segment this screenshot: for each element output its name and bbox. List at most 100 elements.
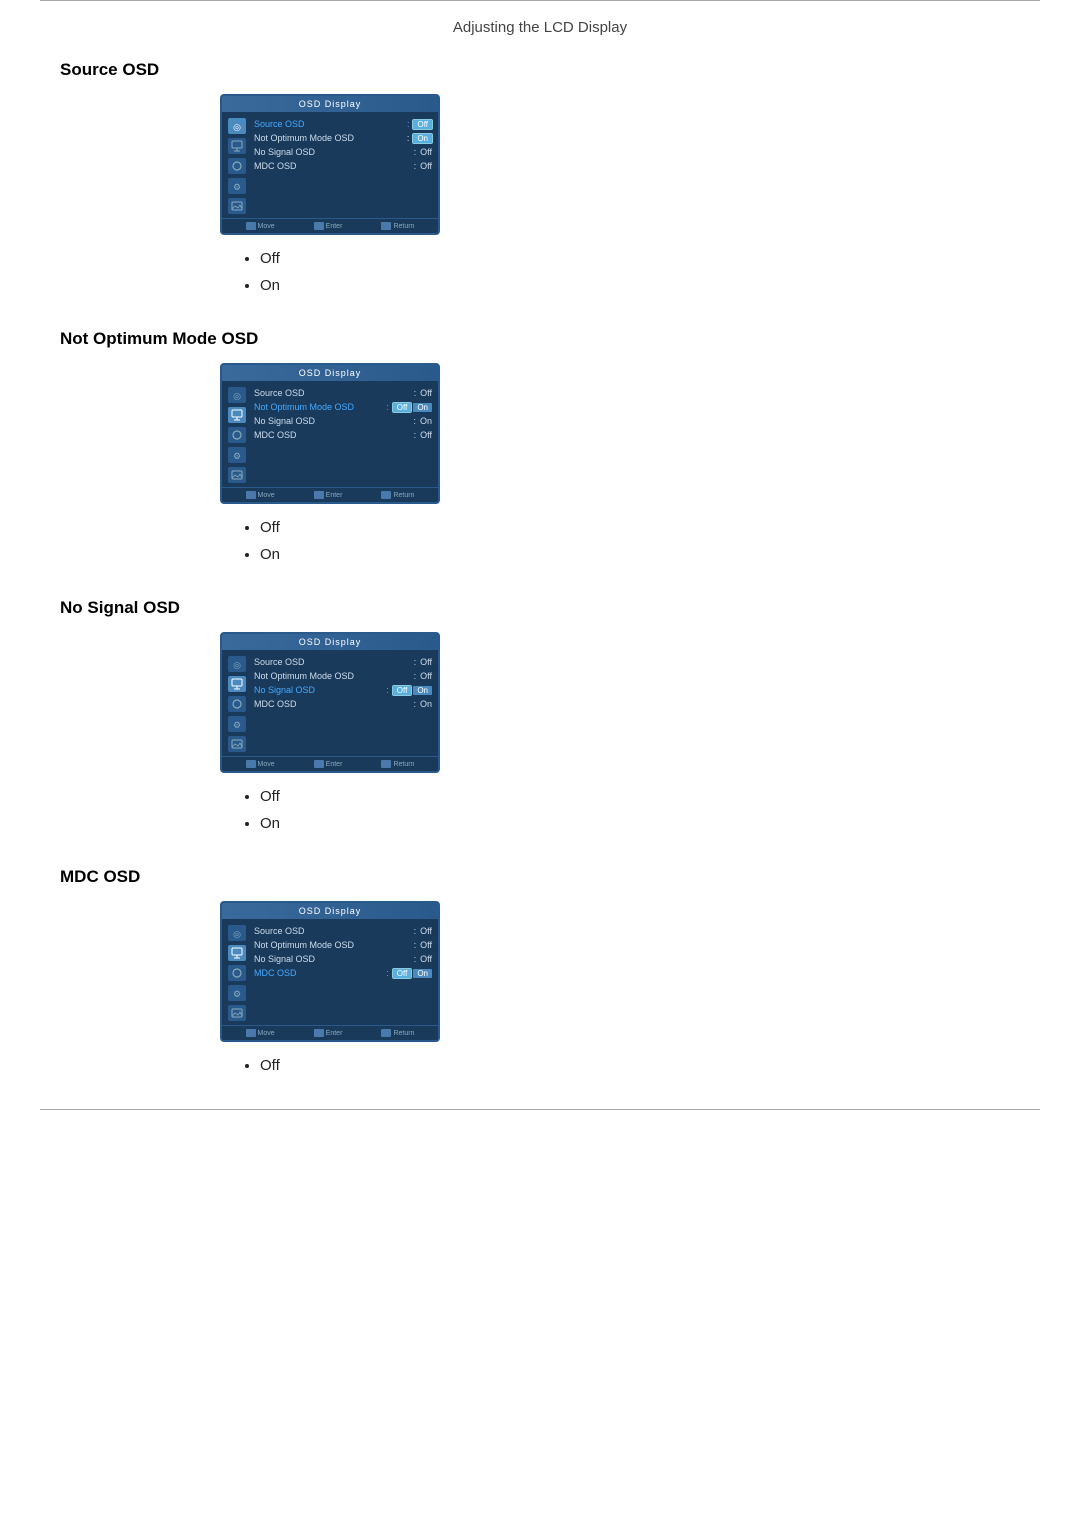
osd-icon-0: ◎	[228, 925, 246, 941]
osd-icon-4	[228, 1005, 246, 1021]
osd-colon: :	[407, 133, 410, 143]
osd-value-text-3: Off	[420, 161, 432, 171]
osd-row-label-1: Not Optimum Mode OSD	[254, 402, 354, 412]
osd-menu: Source OSD: OffNot Optimum Mode OSD: OnN…	[252, 118, 434, 214]
osd-colon: :	[407, 119, 410, 129]
osd-colon: :	[413, 699, 416, 709]
osd-colon: :	[414, 954, 417, 964]
osd-menu-row-0: Source OSD: Off	[252, 387, 434, 399]
osd-icon-4	[228, 467, 246, 483]
footer-move-label: Move	[258, 761, 275, 768]
osd-menu-row-1: Not Optimum Mode OSD: Off	[252, 670, 434, 682]
osd-row-label-1: Not Optimum Mode OSD	[254, 940, 354, 950]
osd-panel-wrap-not-optimum-mode-osd: OSD Display◎⚙Source OSD: OffNot Optimum …	[220, 363, 1020, 504]
osd-menu-row-0: Source OSD: Off	[252, 925, 434, 937]
osd-footer-return: Return	[381, 222, 414, 230]
svg-text:⚙: ⚙	[233, 989, 241, 999]
osd-footer: Move Enter Return	[222, 218, 438, 233]
section-title-not-optimum-mode-osd: Not Optimum Mode OSD	[60, 329, 1020, 349]
osd-footer-return: Return	[381, 1029, 414, 1037]
osd-footer: MoveEnterReturn	[222, 756, 438, 771]
osd-title-bar: OSD Display	[222, 365, 438, 381]
osd-value-extra-1: On	[413, 403, 432, 412]
osd-footer-return: Return	[381, 491, 414, 499]
svg-text:⚙: ⚙	[233, 451, 241, 461]
list-item: On	[260, 810, 1020, 837]
osd-icon-1	[228, 138, 246, 154]
osd-row-value-2: : Off	[414, 147, 432, 157]
footer-enter-label: Enter	[326, 223, 343, 230]
footer-enter-icon	[314, 222, 324, 230]
osd-row-label-2: No Signal OSD	[254, 416, 315, 426]
footer-enter-icon	[314, 1029, 324, 1037]
list-item: Off	[260, 245, 1020, 272]
osd-menu: Source OSD: Off Not Optimum Mode OSD: Off…	[252, 387, 434, 483]
osd-row-label-0: Source OSD	[254, 388, 305, 398]
osd-row-value-1: : On	[407, 133, 432, 143]
osd-icon-0: ◎	[228, 387, 246, 403]
osd-menu-row-2: No Signal OSD: Off	[252, 146, 434, 158]
osd-icon-3: ⚙	[228, 716, 246, 732]
osd-row-value-3: : OffOn	[386, 968, 432, 978]
osd-icon-2	[228, 158, 246, 174]
osd-row-label-2: No Signal OSD	[254, 147, 315, 157]
osd-menu-row-1: Not Optimum Mode OSD : Off	[252, 939, 434, 951]
osd-row-value-1: : Off	[414, 940, 432, 950]
osd-row-label-3: MDC OSD	[254, 161, 297, 171]
osd-value-text-2: Off	[420, 954, 432, 964]
osd-menu-row-1: Not Optimum Mode OSD: OffOn	[252, 401, 434, 413]
osd-menu-row-2: No Signal OSD: On	[252, 415, 434, 427]
osd-row-value-0: : Off	[414, 926, 432, 936]
osd-row-label-2: No Signal OSD	[254, 685, 315, 695]
section-source-osd: Source OSDOSD Display◎⚙Source OSD: OffNo…	[60, 60, 1020, 299]
osd-colon: :	[414, 671, 417, 681]
svg-text:◎: ◎	[233, 929, 241, 939]
osd-row-label-2: No Signal OSD	[254, 954, 315, 964]
bullet-list-not-optimum-mode-osd: OffOn	[240, 514, 1020, 568]
osd-value-text-0: Off	[420, 388, 432, 398]
osd-panel: OSD Display◎⚙Source OSD: OffNot Optimum …	[220, 901, 440, 1042]
osd-row-value-0: : Off	[414, 657, 432, 667]
osd-row-value-2: : Off	[414, 954, 432, 964]
footer-return-icon	[381, 1029, 391, 1037]
section-not-optimum-mode-osd: Not Optimum Mode OSDOSD Display◎⚙Source …	[60, 329, 1020, 568]
footer-return-label: Return	[393, 492, 414, 499]
osd-row-value-2: : OffOn	[386, 685, 432, 695]
osd-menu: Source OSD: Off Not Optimum Mode OSD: Off…	[252, 656, 434, 752]
osd-colon: :	[386, 685, 389, 695]
footer-enter-label: Enter	[326, 492, 343, 499]
svg-text:⚙: ⚙	[233, 182, 241, 192]
osd-panel-wrap-no-signal-osd: OSD Display◎⚙Source OSD: OffNot Optimum …	[220, 632, 1020, 773]
osd-icon-2	[228, 427, 246, 443]
osd-menu-row-3: MDC OSD: Off	[252, 160, 434, 172]
osd-colon: :	[414, 161, 417, 171]
osd-icon-3: ⚙	[228, 985, 246, 1001]
osd-footer-move: Move	[246, 222, 275, 230]
osd-value-text-2: Off	[420, 147, 432, 157]
osd-row-label-1: Not Optimum Mode OSD	[254, 133, 354, 143]
osd-icon-0: ◎	[228, 118, 246, 134]
list-item: Off	[260, 1052, 1020, 1079]
osd-footer-enter: Enter	[314, 222, 343, 230]
osd-panel-wrap-mdc-osd: OSD Display◎⚙Source OSD: OffNot Optimum …	[220, 901, 1020, 1042]
footer-move-label: Move	[258, 1030, 275, 1037]
osd-icon-column: ◎⚙	[226, 387, 248, 483]
osd-colon: :	[386, 968, 389, 978]
footer-move-icon	[246, 760, 256, 768]
svg-text:◎: ◎	[233, 122, 241, 132]
osd-colon: :	[414, 430, 417, 440]
bullet-list-no-signal-osd: OffOn	[240, 783, 1020, 837]
osd-menu-row-0: Source OSD: Off	[252, 656, 434, 668]
osd-icon-column: ◎⚙	[226, 925, 248, 1021]
osd-menu-row-1: Not Optimum Mode OSD : On	[252, 132, 434, 144]
osd-value-text-3: On	[420, 699, 432, 709]
osd-menu-row-2: No Signal OSD : OffOn	[252, 684, 434, 696]
osd-colon: :	[414, 388, 417, 398]
osd-panel: OSD Display◎⚙Source OSD: OffNot Optimum …	[220, 94, 440, 235]
osd-title-bar: OSD Display	[222, 96, 438, 112]
footer-return-label: Return	[393, 1030, 414, 1037]
osd-colon: :	[414, 147, 417, 157]
osd-footer-return: Return	[381, 760, 414, 768]
osd-icon-3: ⚙	[228, 447, 246, 463]
footer-enter-icon	[314, 760, 324, 768]
